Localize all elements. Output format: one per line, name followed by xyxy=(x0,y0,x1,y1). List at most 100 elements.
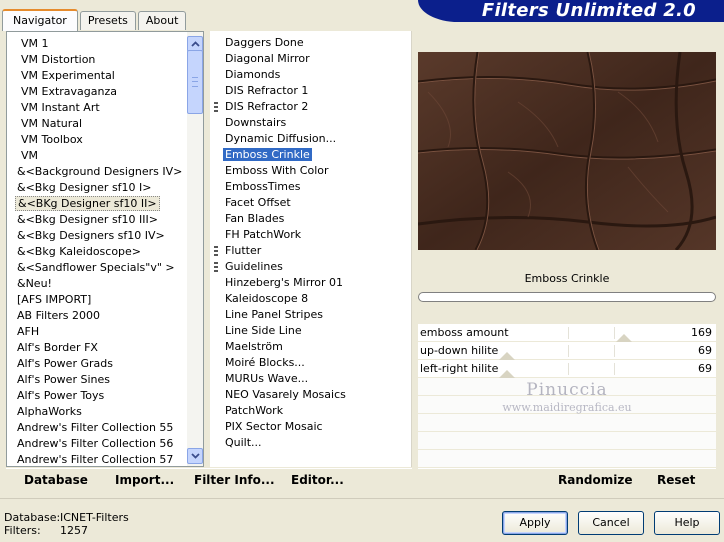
scroll-down-button[interactable] xyxy=(187,448,203,464)
editor-button[interactable]: Editor... xyxy=(291,473,344,487)
cancel-button[interactable]: Cancel xyxy=(578,511,644,535)
category-item-label: VM Distortion xyxy=(21,53,96,66)
tab-about[interactable]: About xyxy=(137,11,187,30)
filter-item-label: MURUs Wave... xyxy=(225,372,309,385)
category-item[interactable]: Alf's Power Toys xyxy=(7,388,189,404)
filter-item-label: FH PatchWork xyxy=(225,228,302,241)
category-item[interactable]: &<Sandflower Specials"v" > xyxy=(7,260,189,276)
category-item[interactable]: &<Bkg Designer sf10 III> xyxy=(7,212,189,228)
category-item[interactable]: Andrew's Filter Collection 56 xyxy=(7,436,189,452)
filter-item[interactable]: Diagonal Mirror xyxy=(210,51,410,67)
filter-item[interactable]: Hinzeberg's Mirror 01 xyxy=(210,275,410,291)
category-item[interactable]: &<Bkg Designer sf10 I> xyxy=(7,180,189,196)
category-item[interactable]: VM Extravaganza xyxy=(7,84,189,100)
filter-item-label: DIS Refractor 2 xyxy=(225,100,309,113)
category-item[interactable]: &Neu! xyxy=(7,276,189,292)
filters-count-label: Filters: xyxy=(4,524,41,537)
category-item[interactable]: VM xyxy=(7,148,189,164)
filter-item-label: Maelström xyxy=(225,340,283,353)
watermark-name: Pinuccia xyxy=(526,380,608,400)
filter-item-label: DIS Refractor 1 xyxy=(225,84,309,97)
parameter-value: 69 xyxy=(698,344,712,357)
apply-button[interactable]: Apply xyxy=(502,511,568,535)
filter-item[interactable]: Diamonds xyxy=(210,67,410,83)
filter-item[interactable]: FH PatchWork xyxy=(210,227,410,243)
filter-item[interactable]: NEO Vasarely Mosaics xyxy=(210,387,410,403)
category-item[interactable]: &<BKg Designer sf10 II> xyxy=(7,196,189,212)
filter-item[interactable]: EmbossTimes xyxy=(210,179,410,195)
filter-item[interactable]: Dynamic Diffusion... xyxy=(210,131,410,147)
database-button[interactable]: Database xyxy=(24,473,88,487)
filter-item[interactable]: Maelström xyxy=(210,339,410,355)
category-item[interactable]: AFH xyxy=(7,324,189,340)
category-item[interactable]: Alf's Power Sines xyxy=(7,372,189,388)
filter-item[interactable]: PIX Sector Mosaic xyxy=(210,419,410,435)
category-item-label: Andrew's Filter Collection 57 xyxy=(17,453,174,466)
parameter-label: left-right hilite xyxy=(420,362,499,375)
filter-item[interactable]: DIS Refractor 2 xyxy=(210,99,410,115)
category-item[interactable]: &<Bkg Designers sf10 IV> xyxy=(7,228,189,244)
category-item[interactable]: Andrew's Filter Collection 55 xyxy=(7,420,189,436)
slider-tick xyxy=(568,327,569,339)
filter-info-button[interactable]: Filter Info... xyxy=(194,473,275,487)
filter-item[interactable]: MURUs Wave... xyxy=(210,371,410,387)
empty-parameter-slot xyxy=(418,450,716,468)
category-item[interactable]: AlphaWorks xyxy=(7,404,189,420)
category-item[interactable]: VM Toolbox xyxy=(7,132,189,148)
filter-item[interactable]: Moiré Blocks... xyxy=(210,355,410,371)
filter-item[interactable]: Downstairs xyxy=(210,115,410,131)
filter-item-label: Downstairs xyxy=(225,116,287,129)
tab-strip: Navigator Presets About xyxy=(2,8,188,31)
filter-item[interactable]: Emboss Crinkle xyxy=(210,147,410,163)
filter-item[interactable]: Quilt... xyxy=(210,435,410,451)
category-item[interactable]: Alf's Border FX xyxy=(7,340,189,356)
footer-divider xyxy=(0,498,724,499)
help-button[interactable]: Help xyxy=(654,511,720,535)
category-item[interactable]: Alf's Power Grads xyxy=(7,356,189,372)
import-button[interactable]: Import... xyxy=(115,473,174,487)
slider-thumb[interactable] xyxy=(499,352,515,360)
category-item[interactable]: AB Filters 2000 xyxy=(7,308,189,324)
filter-item[interactable]: Guidelines xyxy=(210,259,410,275)
filter-item[interactable]: Fan Blades xyxy=(210,211,410,227)
filter-item-label: Hinzeberg's Mirror 01 xyxy=(225,276,344,289)
category-item[interactable]: [AFS IMPORT] xyxy=(7,292,189,308)
parameter-slider[interactable]: up-down hilite 69 xyxy=(418,342,716,360)
tab-navigator[interactable]: Navigator xyxy=(2,9,78,31)
category-item[interactable]: Andrew's Filter Collection 57 xyxy=(7,452,189,468)
filter-item-label: Kaleidoscope 8 xyxy=(225,292,309,305)
filter-item[interactable]: DIS Refractor 1 xyxy=(210,83,410,99)
filter-item[interactable]: Line Panel Stripes xyxy=(210,307,410,323)
category-item[interactable]: VM Instant Art xyxy=(7,100,189,116)
filter-item[interactable]: Line Side Line xyxy=(210,323,410,339)
parameter-slider[interactable]: emboss amount 169 xyxy=(418,324,716,342)
reset-button[interactable]: Reset xyxy=(657,473,695,487)
filter-item[interactable]: Kaleidoscope 8 xyxy=(210,291,410,307)
category-item[interactable]: VM Distortion xyxy=(7,52,189,68)
category-item-label: VM Toolbox xyxy=(21,133,83,146)
category-item[interactable]: VM Natural xyxy=(7,116,189,132)
category-item[interactable]: VM Experimental xyxy=(7,68,189,84)
category-item-label: AFH xyxy=(17,325,40,338)
filter-item[interactable]: Flutter xyxy=(210,243,410,259)
category-list-panel: VM 1 VM Distortion VM Experimental VM Extra… xyxy=(6,31,204,467)
category-item-label: VM 1 xyxy=(21,37,49,50)
tab-presets[interactable]: Presets xyxy=(79,11,136,30)
scroll-thumb[interactable] xyxy=(187,50,203,114)
filter-item[interactable]: Facet Offset xyxy=(210,195,410,211)
filter-item-label: Emboss With Color xyxy=(225,164,329,177)
category-item[interactable]: &<Bkg Kaleidoscope> xyxy=(7,244,189,260)
category-item-label: VM Instant Art xyxy=(21,101,100,114)
slider-thumb[interactable] xyxy=(616,334,632,342)
category-item[interactable]: VM 1 xyxy=(7,36,189,52)
randomize-button[interactable]: Randomize xyxy=(558,473,632,487)
filter-item[interactable]: PatchWork xyxy=(210,403,410,419)
parameter-slider[interactable]: left-right hilite 69 xyxy=(418,360,716,378)
filter-item-label: Dynamic Diffusion... xyxy=(225,132,337,145)
filter-item[interactable]: Emboss With Color xyxy=(210,163,410,179)
category-item[interactable]: &<Background Designers IV> xyxy=(7,164,189,180)
category-scrollbar[interactable] xyxy=(187,32,203,466)
filter-item-label: Facet Offset xyxy=(225,196,291,209)
filter-item[interactable]: Daggers Done xyxy=(210,35,410,51)
slider-thumb[interactable] xyxy=(499,370,515,378)
